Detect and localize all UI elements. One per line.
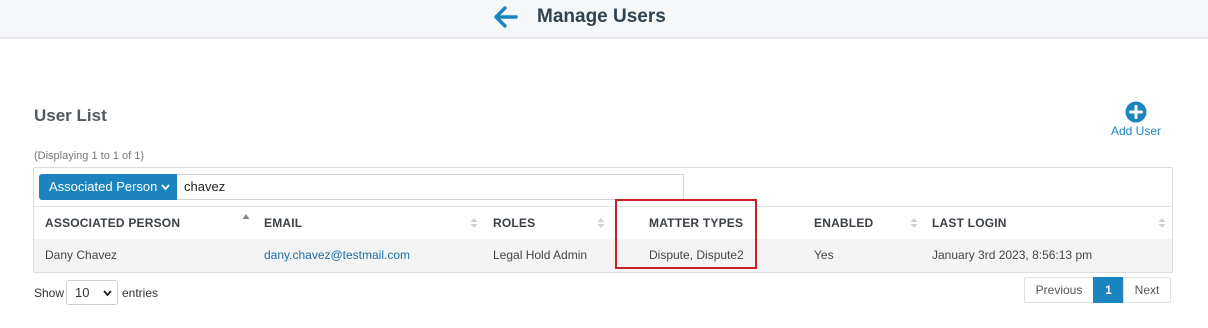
next-page-button[interactable]: Next	[1123, 277, 1171, 303]
cell-email-link[interactable]: dany.chavez@testmail.com	[264, 239, 410, 272]
divider	[0, 38, 1208, 39]
arrow-left-icon[interactable]	[494, 6, 518, 28]
show-label: Show	[34, 286, 65, 300]
sort-icon[interactable]	[1158, 217, 1166, 229]
column-header-last-login[interactable]: LAST LOGIN	[932, 207, 1007, 239]
filter-field-label: Associated Person	[49, 179, 158, 194]
filter-field-dropdown[interactable]: Associated Person	[39, 174, 177, 200]
column-header-email[interactable]: EMAIL	[264, 207, 302, 239]
table-header: ASSOCIATED PERSON EMAIL ROLES MATTER TYP…	[34, 206, 1172, 240]
sort-asc-icon[interactable]	[242, 213, 250, 225]
section-title: User List	[34, 106, 107, 125]
cell-enabled: Yes	[814, 248, 834, 262]
entries-label: entries	[122, 286, 159, 300]
previous-page-button[interactable]: Previous	[1024, 277, 1094, 303]
sort-icon[interactable]	[910, 217, 918, 229]
displaying-count: (Displaying 1 to 1 of 1)	[34, 150, 145, 162]
chevron-down-icon	[161, 184, 170, 191]
column-header-enabled[interactable]: ENABLED	[814, 207, 873, 239]
page-1-button[interactable]: 1	[1093, 277, 1124, 303]
cell-roles: Legal Hold Admin	[493, 248, 588, 262]
user-table: Associated Person chavez ASSOCIATED PERS…	[33, 167, 1173, 273]
chevron-down-icon	[103, 290, 112, 297]
filter-search-input[interactable]: chavez	[177, 174, 684, 200]
top-bar: Manage Users	[0, 0, 1208, 38]
sort-icon[interactable]	[597, 217, 605, 229]
table-row[interactable]: Dany Chavez dany.chavez@testmail.com Leg…	[34, 239, 1172, 272]
cell-associated-person: Dany Chavez	[45, 248, 118, 262]
plus-circle-icon[interactable]	[1125, 101, 1147, 123]
entries-value: 10	[75, 285, 90, 300]
cell-matter-types: Dispute, Dispute2	[649, 248, 744, 262]
column-header-associated-person[interactable]: ASSOCIATED PERSON	[45, 207, 180, 239]
column-header-roles[interactable]: ROLES	[493, 207, 535, 239]
column-header-matter-types[interactable]: MATTER TYPES	[649, 207, 743, 239]
entries-per-page-select[interactable]: 10	[66, 280, 118, 305]
cell-last-login: January 3rd 2023, 8:56:13 pm	[932, 248, 1093, 262]
add-user-label[interactable]: Add User	[1108, 124, 1164, 138]
page-title: Manage Users	[537, 6, 666, 27]
sort-icon[interactable]	[470, 217, 478, 229]
add-user-button[interactable]: Add User	[1108, 101, 1164, 138]
